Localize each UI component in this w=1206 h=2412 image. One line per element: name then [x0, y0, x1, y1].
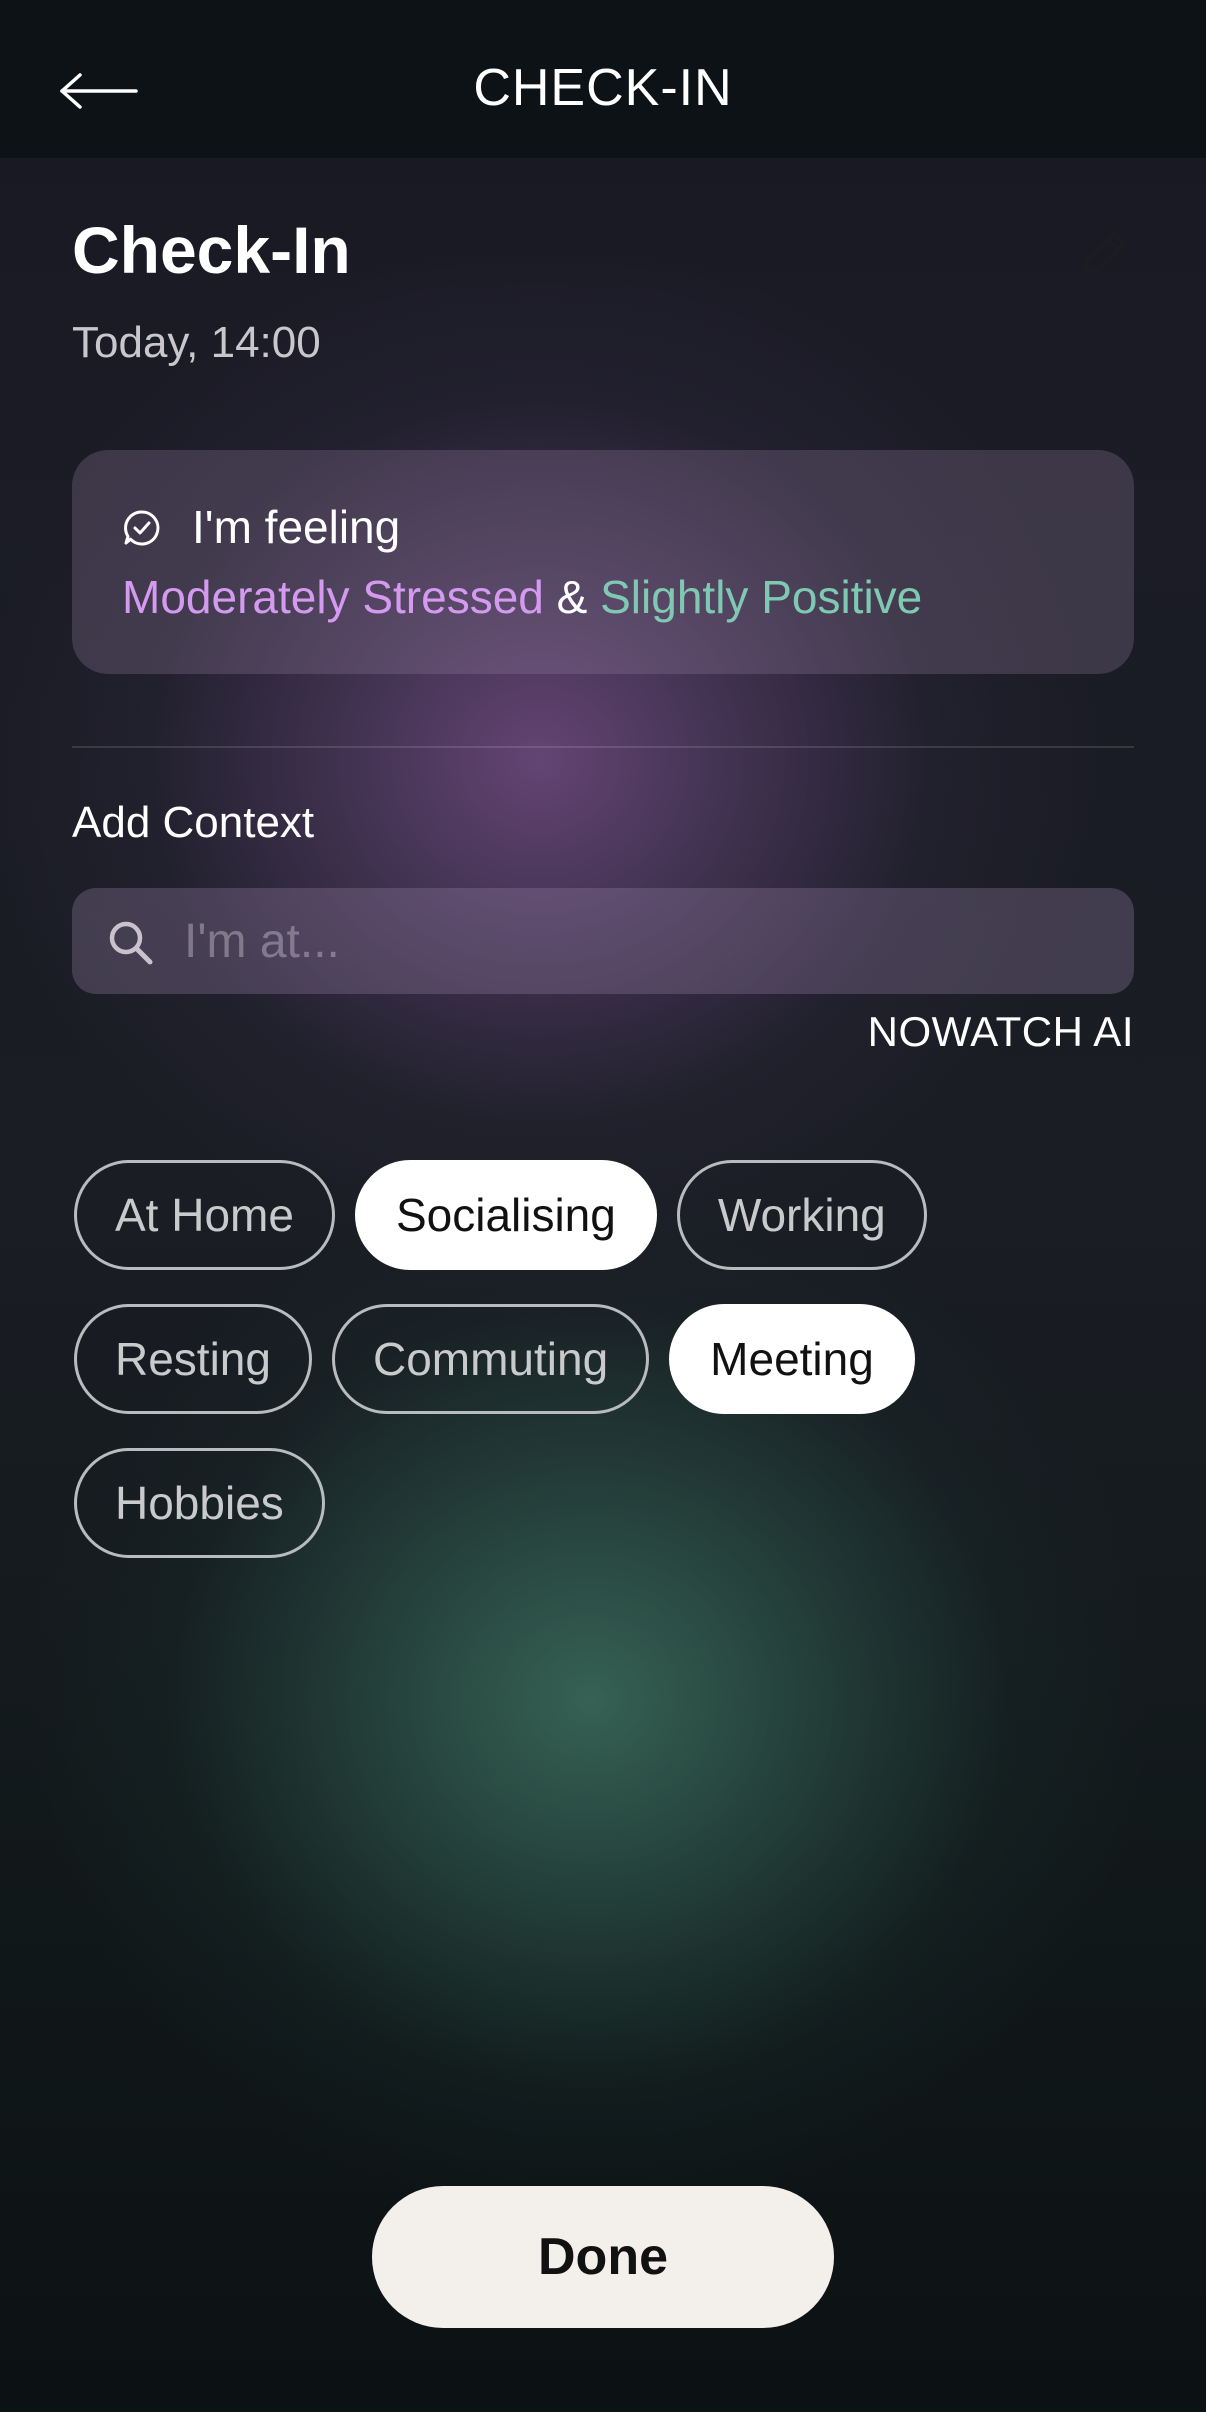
search-icon — [109, 921, 153, 965]
chip-resting[interactable]: Resting — [74, 1304, 312, 1414]
check-in-timestamp: Today, 14:00 — [72, 318, 321, 367]
chip-at-home[interactable]: At Home — [74, 1160, 335, 1270]
feeling-connector: & — [556, 571, 588, 623]
feeling-summary: Moderately Stressed & Slightly Positive — [122, 570, 922, 624]
context-search[interactable] — [72, 888, 1134, 994]
context-chips: At Home Socialising Working Resting Comm… — [74, 1160, 1136, 1558]
top-bar: CHECK-IN — [0, 0, 1206, 158]
header-title: CHECK-IN — [473, 59, 733, 117]
chat-check-icon — [124, 510, 160, 546]
done-button[interactable]: Done — [372, 2186, 834, 2328]
chip-working[interactable]: Working — [676, 1160, 927, 1270]
edit-button[interactable] — [1070, 222, 1134, 286]
feeling-card: I'm feeling Moderately Stressed & Slight… — [72, 450, 1134, 674]
stress-level: Moderately Stressed — [122, 571, 544, 623]
page-title: Check-In — [72, 213, 351, 287]
add-context-title: Add Context — [72, 798, 315, 847]
chip-socialising[interactable]: Socialising — [354, 1160, 657, 1270]
positivity-level: Slightly Positive — [600, 571, 923, 623]
chip-meeting[interactable]: Meeting — [669, 1304, 915, 1414]
context-search-input[interactable] — [184, 906, 1084, 976]
chip-commuting[interactable]: Commuting — [331, 1304, 650, 1414]
feeling-label: I'm feeling — [192, 501, 401, 553]
nowatch-ai-button[interactable]: NOWATCH AI — [868, 1008, 1134, 1056]
pencil-icon — [1082, 232, 1126, 274]
chip-hobbies[interactable]: Hobbies — [74, 1448, 325, 1558]
section-divider — [72, 746, 1134, 748]
